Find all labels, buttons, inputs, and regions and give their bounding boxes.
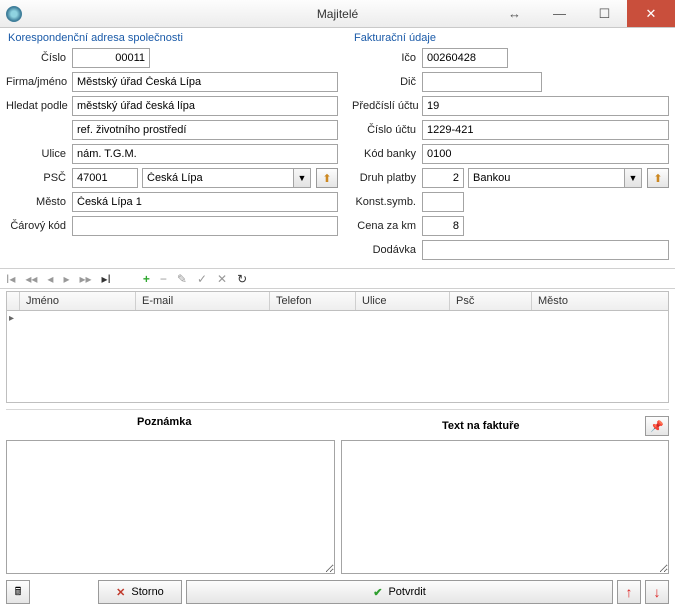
druh-platby-lookup-button[interactable]: ⬆ (647, 168, 669, 188)
col-psc[interactable]: Psč (450, 292, 532, 310)
label-poznamka: Poznámka (6, 416, 323, 436)
calculator-icon: 🖩 (15, 583, 22, 602)
nav-add-icon[interactable]: + (143, 272, 150, 286)
nav-next-page-icon[interactable]: ▸▸ (79, 272, 91, 286)
check-icon: ✔ (373, 586, 382, 599)
psc-lookup-button[interactable]: ⬆ (316, 168, 338, 188)
label-firma: Firma/jméno (6, 76, 66, 88)
x-icon: ✕ (116, 586, 125, 599)
label-psc: PSČ (6, 172, 66, 184)
label-hledat: Hledat podle (6, 100, 66, 112)
arrow-up-icon: ⬆ (653, 172, 662, 185)
grid-cursor-icon: ▸ (9, 313, 14, 324)
nav-next-icon[interactable]: ▸ (63, 272, 69, 286)
calculator-button[interactable]: 🖩 (6, 580, 30, 604)
druh-platby-text-input[interactable] (468, 168, 624, 188)
confirm-button[interactable]: ✔ Potvrdit (186, 580, 613, 604)
carovy-input[interactable] (72, 216, 338, 236)
nav-last-icon[interactable]: ▸I (102, 272, 111, 286)
ico-input[interactable] (422, 48, 508, 68)
label-dodavka: Dodávka (352, 244, 416, 256)
poznamka-textarea[interactable] (6, 440, 335, 574)
druh-platby-num-input[interactable] (422, 168, 464, 188)
label-dic: Dič (352, 76, 416, 88)
arrow-down-icon: ↓ (654, 584, 661, 600)
label-cislo: Číslo (6, 52, 66, 64)
label-mesto: Město (6, 196, 66, 208)
pin-button[interactable]: 📌 (645, 416, 669, 436)
label-ico: Ičo (352, 52, 416, 64)
label-carovy: Čárový kód (6, 220, 66, 232)
nav-toolbar: I◂ ◂◂ ◂ ▸ ▸▸ ▸I + − ✎ ✓ ✕ ↻ (0, 268, 675, 289)
arrow-up-icon: ↑ (626, 584, 633, 600)
psc-input[interactable] (72, 168, 138, 188)
col-telefon[interactable]: Telefon (270, 292, 356, 310)
col-email[interactable]: E-mail (136, 292, 270, 310)
kod-banky-input[interactable] (422, 144, 669, 164)
label-text-faktura: Text na faktuře (442, 420, 519, 432)
predcisli-input[interactable] (422, 96, 669, 116)
nav-refresh-icon[interactable]: ↻ (237, 272, 247, 286)
up-button[interactable]: ↑ (617, 580, 641, 604)
ref-input[interactable] (72, 120, 338, 140)
faktura-textarea[interactable] (341, 440, 670, 574)
down-button[interactable]: ↓ (645, 580, 669, 604)
storno-button[interactable]: ✕ Storno (98, 580, 182, 604)
nav-cancel-icon[interactable]: ✕ (217, 272, 227, 286)
nav-first-icon[interactable]: I◂ (6, 272, 15, 286)
maximize-button[interactable]: ☐ (582, 0, 627, 27)
dic-input[interactable] (422, 72, 542, 92)
pin-icon: 📌 (650, 420, 664, 433)
nav-remove-icon[interactable]: − (160, 272, 167, 286)
col-mesto[interactable]: Město (532, 292, 668, 310)
nav-prev-page-icon[interactable]: ◂◂ (25, 272, 37, 286)
mesto-input[interactable] (72, 192, 338, 212)
nav-edit-icon[interactable]: ✎ (177, 272, 187, 286)
section-correspondence: Korespondenční adresa společnosti (6, 32, 338, 44)
move-icon[interactable]: ↔ (492, 0, 537, 27)
cena-km-input[interactable] (422, 216, 464, 236)
nav-prev-icon[interactable]: ◂ (47, 272, 53, 286)
title-bar: Majitelé ↔ — ☐ ✕ (0, 0, 675, 28)
grid-header: Jméno E-mail Telefon Ulice Psč Město (6, 291, 669, 311)
label-cislo-uctu: Číslo účtu (352, 124, 416, 136)
psc-city-dropdown[interactable]: ▼ (293, 168, 311, 188)
ulice-input[interactable] (72, 144, 338, 164)
hledat-input[interactable] (72, 96, 338, 116)
section-invoice: Fakturační údaje (352, 32, 669, 44)
storno-label: Storno (131, 586, 163, 598)
col-ulice[interactable]: Ulice (356, 292, 450, 310)
label-kod-banky: Kód banky (352, 148, 416, 160)
grid-body[interactable]: ▸ (6, 311, 669, 403)
close-button[interactable]: ✕ (627, 0, 675, 27)
cislo-uctu-input[interactable] (422, 120, 669, 140)
confirm-label: Potvrdit (388, 586, 425, 598)
label-ulice: Ulice (6, 148, 66, 160)
label-konst: Konst.symb. (352, 196, 416, 208)
konst-input[interactable] (422, 192, 464, 212)
col-jmeno[interactable]: Jméno (20, 292, 136, 310)
nav-check-icon[interactable]: ✓ (197, 272, 207, 286)
druh-platby-dropdown[interactable]: ▼ (624, 168, 642, 188)
minimize-button[interactable]: — (537, 0, 582, 27)
firma-input[interactable] (72, 72, 338, 92)
label-cena-km: Cena za km (352, 220, 416, 232)
arrow-up-icon: ⬆ (322, 172, 331, 185)
label-druh-platby: Druh platby (352, 172, 416, 184)
grid-selector-col[interactable] (7, 292, 20, 310)
psc-city-input[interactable] (142, 168, 293, 188)
cislo-input[interactable] (72, 48, 150, 68)
dodavka-input[interactable] (422, 240, 669, 260)
label-predcisli: Předčíslí účtu (352, 100, 416, 112)
